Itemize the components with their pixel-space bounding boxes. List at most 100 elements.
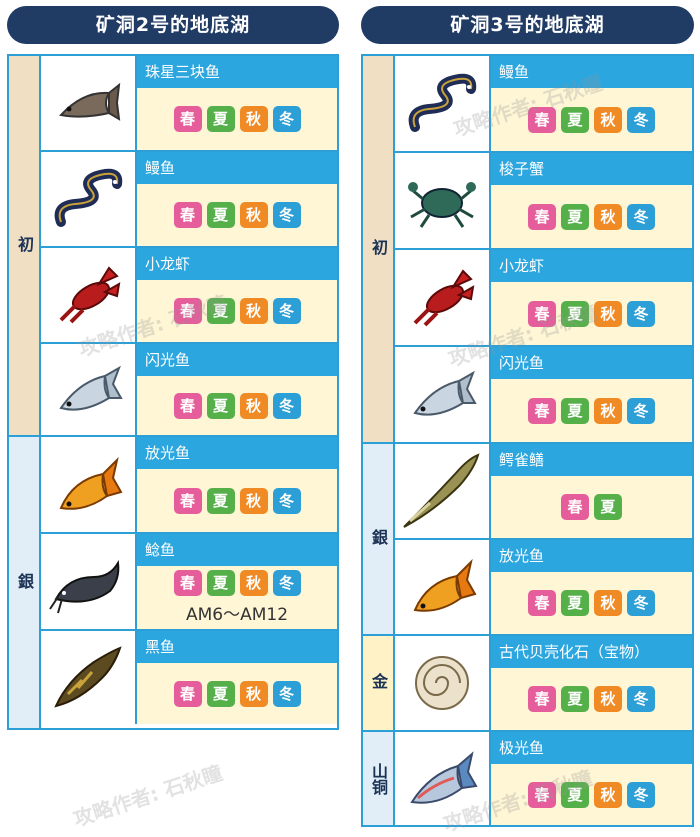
eel-icon xyxy=(41,152,137,246)
fish-row: 古代贝壳化石（宝物）春夏秋冬 xyxy=(395,636,692,732)
season-tag-spring: 春 xyxy=(173,680,202,707)
left-tier-beginner: 初 xyxy=(9,56,41,437)
season-tag-summer: 夏 xyxy=(561,300,589,327)
season-tag-spring: 春 xyxy=(528,590,556,616)
season-tag-winter: 冬 xyxy=(627,781,655,808)
tier-label: 銀 xyxy=(15,572,34,593)
season-tag-summer: 夏 xyxy=(206,392,235,419)
season-tag-spring: 春 xyxy=(561,494,589,520)
fish-row: 放光鱼春夏秋冬 xyxy=(41,437,337,534)
season-tags: 春夏秋冬 AM6～AM12 xyxy=(137,566,337,629)
season-tag-spring: 春 xyxy=(528,106,556,133)
dace-fish-icon xyxy=(41,56,137,150)
season-tag-autumn: 秋 xyxy=(239,392,268,419)
crayfish-icon xyxy=(395,250,491,345)
season-tag-winter: 冬 xyxy=(627,397,655,424)
season-tags: 春夏秋冬 xyxy=(137,184,337,246)
fish-row: 鲶鱼春夏秋冬 AM6～AM12 xyxy=(41,534,337,631)
right-tier-mythril: 山铜 xyxy=(363,732,395,825)
fish-row: 珠星三块鱼春夏秋冬 xyxy=(41,56,337,152)
fish-name: 放光鱼 xyxy=(137,437,337,469)
season-tag-autumn: 秋 xyxy=(594,106,622,133)
season-tag-winter: 冬 xyxy=(272,487,301,514)
right-title: 矿洞3号的地底湖 xyxy=(450,14,605,36)
fish-name: 放光鱼 xyxy=(491,540,692,572)
season-tag-winter: 冬 xyxy=(627,203,655,230)
season-tag-autumn: 秋 xyxy=(594,781,622,808)
season-tag-autumn: 秋 xyxy=(594,397,622,424)
season-tag-winter: 冬 xyxy=(272,680,301,707)
right-fish-table: 初 銀 金 山铜 鳗鱼春夏秋冬梭子蟹春夏秋冬小龙虾春夏秋冬闪光鱼春夏秋冬鳄雀鳝春… xyxy=(361,54,694,827)
season-tag-summer: 夏 xyxy=(206,202,235,228)
season-tag-summer: 夏 xyxy=(594,494,622,520)
fish-name: 古代贝壳化石（宝物） xyxy=(491,636,692,668)
season-tags: 春夏秋冬 xyxy=(491,379,692,442)
season-tags: 春夏秋冬 xyxy=(491,282,692,345)
right-tier-beginner: 初 xyxy=(363,56,395,444)
season-tag-winter: 冬 xyxy=(272,298,301,324)
season-tag-winter: 冬 xyxy=(272,392,301,419)
season-tag-spring: 春 xyxy=(173,106,202,132)
season-tag-winter: 冬 xyxy=(627,106,655,133)
season-tag-spring: 春 xyxy=(528,203,556,230)
season-tag-winter: 冬 xyxy=(272,570,301,596)
season-tags: 春夏秋冬 xyxy=(491,185,692,248)
season-tags: 春夏 xyxy=(491,476,692,538)
fish-row: 闪光鱼春夏秋冬 xyxy=(395,347,692,444)
season-tags: 春夏秋冬 xyxy=(137,280,337,342)
ammonite-fossil-icon xyxy=(395,636,491,730)
time-note: AM6～AM12 xyxy=(185,605,289,625)
season-tag-summer: 夏 xyxy=(561,590,589,616)
fish-name: 珠星三块鱼 xyxy=(137,56,337,88)
fish-row: 鳗鱼春夏秋冬 xyxy=(41,152,337,248)
fish-name: 鳄雀鳝 xyxy=(491,444,692,476)
fish-name: 黑鱼 xyxy=(137,631,337,663)
season-tag-autumn: 秋 xyxy=(239,202,268,228)
season-tag-summer: 夏 xyxy=(561,203,589,230)
season-tag-autumn: 秋 xyxy=(239,680,268,707)
catfish-icon xyxy=(41,534,137,629)
silver-fish-icon xyxy=(41,344,137,435)
season-tag-spring: 春 xyxy=(528,686,556,712)
aurora-fish-icon xyxy=(395,732,491,825)
left-fish-table: 初 銀 珠星三块鱼春夏秋冬鳗鱼春夏秋冬小龙虾春夏秋冬闪光鱼春夏秋冬放光鱼春夏秋冬… xyxy=(7,54,339,730)
left-tier-silver: 銀 xyxy=(9,437,41,728)
left-title: 矿洞2号的地底湖 xyxy=(95,14,251,36)
crayfish-icon xyxy=(41,248,137,342)
season-tags: 春夏秋冬 xyxy=(137,663,337,724)
fish-row: 放光鱼春夏秋冬 xyxy=(395,540,692,636)
season-tag-spring: 春 xyxy=(173,392,202,419)
fish-name: 小龙虾 xyxy=(137,248,337,280)
season-tag-summer: 夏 xyxy=(206,487,235,514)
season-tag-autumn: 秋 xyxy=(239,487,268,514)
season-tag-autumn: 秋 xyxy=(594,203,622,230)
season-tag-winter: 冬 xyxy=(627,686,655,712)
season-tag-autumn: 秋 xyxy=(239,570,268,596)
left-title-banner: 矿洞2号的地底湖 xyxy=(7,6,339,44)
right-tier-gold: 金 xyxy=(363,636,395,732)
fish-row: 鳄雀鳝春夏 xyxy=(395,444,692,540)
fish-name: 鳗鱼 xyxy=(491,56,692,88)
fish-name: 极光鱼 xyxy=(491,732,692,764)
season-tags: 春夏秋冬 xyxy=(491,572,692,634)
season-tags: 春夏秋冬 xyxy=(491,668,692,730)
fish-name: 鲶鱼 xyxy=(137,534,337,566)
right-panel: 矿洞3号的地底湖 初 銀 金 山铜 鳗鱼春夏秋冬梭子蟹春夏秋冬小龙虾春夏秋冬闪光… xyxy=(361,0,694,831)
season-tag-spring: 春 xyxy=(173,202,202,228)
season-tag-winter: 冬 xyxy=(627,300,655,327)
season-tag-spring: 春 xyxy=(528,397,556,424)
season-tags: 春夏秋冬 xyxy=(137,88,337,150)
season-tag-summer: 夏 xyxy=(206,106,235,132)
fish-name: 小龙虾 xyxy=(491,250,692,282)
fish-name: 闪光鱼 xyxy=(491,347,692,379)
fish-row: 黑鱼春夏秋冬 xyxy=(41,631,337,724)
season-tags: 春夏秋冬 xyxy=(491,764,692,825)
tier-label: 銀 xyxy=(369,529,388,549)
fish-row: 小龙虾春夏秋冬 xyxy=(395,250,692,347)
right-title-banner: 矿洞3号的地底湖 xyxy=(361,6,694,44)
golden-fish-icon xyxy=(395,540,491,634)
season-tag-winter: 冬 xyxy=(627,590,655,616)
fish-name: 闪光鱼 xyxy=(137,344,337,376)
season-tags: 春夏秋冬 xyxy=(137,469,337,532)
fish-row: 闪光鱼春夏秋冬 xyxy=(41,344,337,437)
